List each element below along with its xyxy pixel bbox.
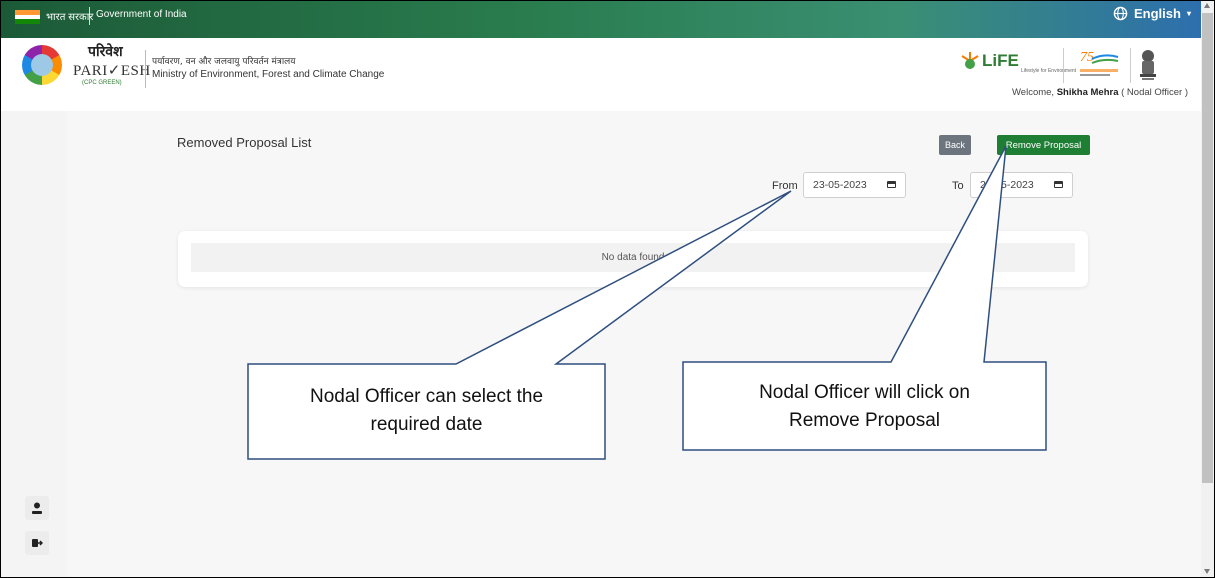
screenshot-frame: भारत सरकार Government of India English ▾… <box>0 0 1215 578</box>
date-callout-text: Nodal Officer can select the required da… <box>309 386 544 435</box>
annotation-overlay <box>247 145 1047 460</box>
remove-callout-text: Nodal Officer will click on Remove Propo… <box>759 382 970 431</box>
